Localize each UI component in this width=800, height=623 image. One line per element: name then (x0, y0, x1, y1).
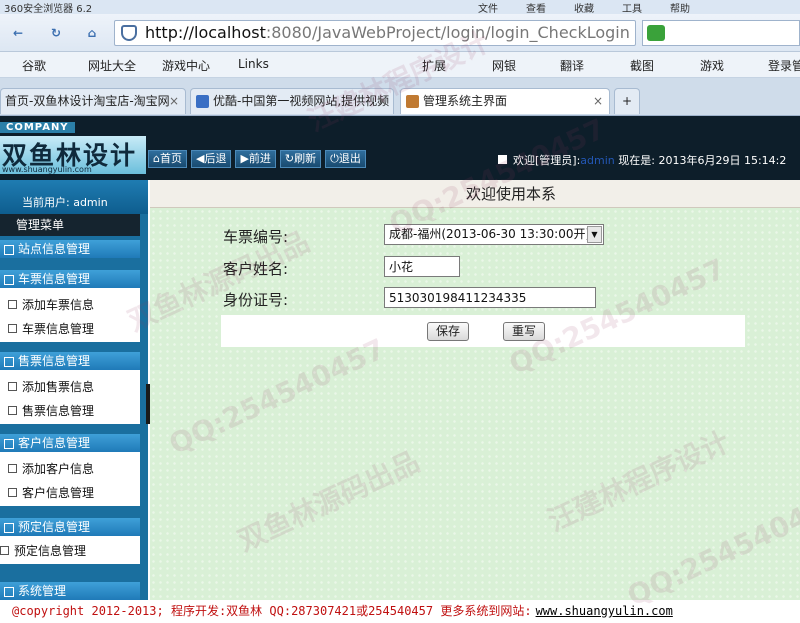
bookmark-games-center[interactable]: 游戏中心 (162, 57, 210, 74)
toolbar-netbank[interactable]: 网银 (492, 57, 516, 74)
url-host: http://localhost (145, 23, 266, 42)
close-icon[interactable]: × (169, 89, 179, 113)
home-icon[interactable]: ⌂ (80, 21, 104, 45)
close-icon[interactable]: × (377, 89, 387, 113)
bookmarks-bar: 谷歌 网址大全 游戏中心 Links 扩展 网银 翻译 截图 游戏 登录管 (0, 52, 800, 78)
toolbar-extensions[interactable]: 扩展 (422, 57, 446, 74)
tab-youku[interactable]: 优酷-中国第一视频网站,提供视频 × (190, 88, 394, 114)
search-engine-icon[interactable] (647, 25, 665, 41)
id-label: 身份证号: (223, 291, 289, 309)
square-icon (498, 155, 507, 164)
logout-button[interactable]: ⏻退出 (325, 150, 366, 168)
menu-file[interactable]: 文件 (478, 0, 498, 15)
group-booking-info[interactable]: 预定信息管理 (0, 518, 140, 536)
new-tab-button[interactable]: + (614, 88, 640, 114)
logo-url: www.shuangyulin.com (2, 165, 92, 174)
content-title: 欢迎使用本系 (150, 180, 800, 208)
group-customer-info[interactable]: 客户信息管理 (0, 434, 140, 452)
bookmark-links[interactable]: Links (238, 57, 269, 71)
shield-icon (121, 25, 137, 41)
refresh-button[interactable]: ↻刷新 (279, 150, 322, 168)
toolbar-login[interactable]: 登录管 (768, 57, 800, 74)
home-button[interactable]: ⌂首页 (148, 150, 187, 168)
ticket-label: 车票编号: (223, 228, 289, 246)
menu-add-customer[interactable]: 添加客户信息 (8, 460, 94, 477)
menu-manage-sale[interactable]: 售票信息管理 (8, 402, 94, 419)
main-content: 欢迎使用本系 车票编号: 成都-福州(2013-06-30 13:30:00开)… (150, 180, 800, 600)
group-booking-body: 预定信息管理 (0, 536, 140, 564)
company-badge: COMPANY (0, 122, 75, 133)
group-site-info[interactable]: 站点信息管理 (0, 240, 140, 258)
tab-admin-main[interactable]: 管理系统主界面 × (400, 88, 610, 114)
menu-help[interactable]: 帮助 (670, 0, 690, 15)
browser-navbar: ← ↻ ⌂ http://localhost:8080/JavaWebProje… (0, 14, 800, 52)
bookmark-hao123[interactable]: 网址大全 (88, 57, 136, 74)
close-icon[interactable]: × (593, 89, 603, 113)
toolbar-games[interactable]: 游戏 (700, 57, 724, 74)
menu-manage-ticket[interactable]: 车票信息管理 (8, 320, 94, 337)
footer: @copyright 2012-2013; 程序开发:双鱼林 QQ:287307… (0, 600, 800, 623)
save-button[interactable]: 保存 (427, 322, 470, 341)
refresh-icon[interactable]: ↻ (44, 21, 68, 45)
group-system[interactable]: 系统管理 (0, 582, 140, 600)
sidebar: 当前用户: admin 管理菜单 站点信息管理 车票信息管理 添加车票信息 车票… (0, 180, 148, 600)
menu-view[interactable]: 查看 (526, 0, 546, 15)
browser-app-name: 360安全浏览器 6.2 (4, 4, 93, 15)
toolbar-screenshot[interactable]: 截图 (630, 57, 654, 74)
back-arrow-icon[interactable]: ← (6, 21, 30, 45)
form-actions: 保存 重写 (221, 315, 745, 347)
bookmark-google[interactable]: 谷歌 (22, 57, 46, 74)
ticket-select[interactable]: 成都-福州(2013-06-30 13:30:00开) ▼ (384, 224, 604, 245)
welcome-text: 欢迎[管理员]:admin 现在是: 2013年6月29日 15:14:2 (498, 152, 786, 168)
youku-icon (196, 95, 209, 108)
current-user-bar: 当前用户: admin (0, 180, 148, 214)
browser-menus: 文件 查看 收藏 工具 帮助 (478, 0, 690, 15)
reset-button[interactable]: 重写 (503, 322, 546, 341)
search-box[interactable] (642, 20, 800, 46)
group-ticket-info[interactable]: 车票信息管理 (0, 270, 140, 288)
menu-add-sale[interactable]: 添加售票信息 (8, 378, 94, 395)
browser-titlebar: 360安全浏览器 6.2 文件 查看 收藏 工具 帮助 (0, 0, 800, 15)
menu-add-ticket[interactable]: 添加车票信息 (8, 296, 94, 313)
current-time: 现在是: 2013年6月29日 15:14:2 (618, 154, 787, 167)
group-sale-info[interactable]: 售票信息管理 (0, 352, 140, 370)
group-ticket-body: 添加车票信息 车票信息管理 (0, 288, 140, 342)
logo: 双鱼林设计 www.shuangyulin.com (0, 136, 146, 174)
current-user-label: 当前用户: admin (22, 196, 108, 209)
group-customer-body: 添加客户信息 客户信息管理 (0, 452, 140, 506)
back-button[interactable]: ◀后退 (190, 150, 232, 168)
admin-name: admin (580, 154, 615, 167)
address-bar[interactable]: http://localhost:8080/JavaWebProject/log… (114, 20, 636, 46)
id-number-input[interactable] (384, 287, 596, 308)
tab-label: 管理系统主界面 (423, 94, 508, 108)
menu-title: 管理菜单 (0, 214, 140, 236)
site-link[interactable]: www.shuangyulin.com (536, 604, 673, 618)
app-toolbar: ⌂首页 ◀后退 ▶前进 ↻刷新 ⏻退出 (148, 150, 366, 168)
menu-manage-booking[interactable]: 预定信息管理 (0, 542, 86, 559)
forward-button[interactable]: ▶前进 (235, 150, 276, 168)
toolbar-translate[interactable]: 翻译 (560, 57, 584, 74)
menu-favorites[interactable]: 收藏 (574, 0, 594, 15)
name-label: 客户姓名: (223, 260, 289, 278)
app-header: COMPANY 双鱼林设计 www.shuangyulin.com ⌂首页 ◀后… (0, 116, 800, 180)
menu-tools[interactable]: 工具 (622, 0, 642, 15)
page-icon (406, 95, 419, 108)
browser-tabs: 首页-双鱼林设计淘宝店-淘宝网 × 优酷-中国第一视频网站,提供视频 × 管理系… (0, 78, 800, 116)
url-path: :8080/JavaWebProject/login/login_CheckLo… (265, 23, 630, 42)
tab-label: 优酷-中国第一视频网站,提供视频 (213, 94, 390, 108)
customer-name-input[interactable] (384, 256, 460, 277)
menu-manage-customer[interactable]: 客户信息管理 (8, 484, 94, 501)
tab-label: 首页-双鱼林设计淘宝店-淘宝网 (5, 94, 170, 108)
copyright-text: @copyright 2012-2013; 程序开发:双鱼林 QQ:287307… (12, 604, 532, 618)
tab-taobao[interactable]: 首页-双鱼林设计淘宝店-淘宝网 × (0, 88, 186, 114)
chevron-down-icon: ▼ (587, 226, 602, 243)
group-sale-body: 添加售票信息 售票信息管理 (0, 370, 140, 424)
